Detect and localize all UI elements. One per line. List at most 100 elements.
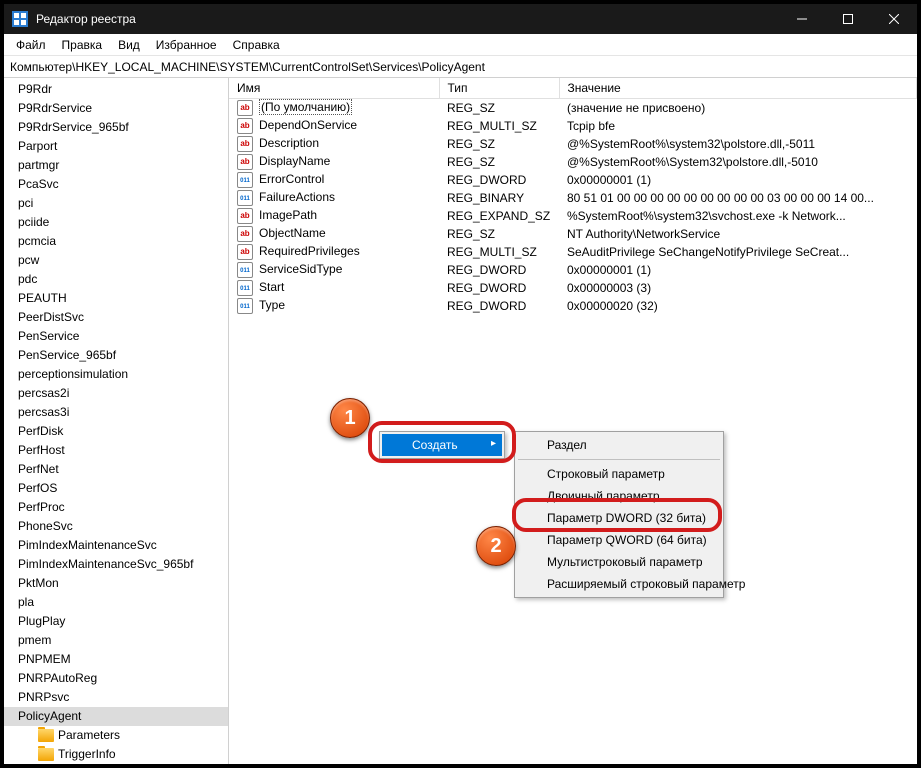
tree-item[interactable]: PlugPlay — [4, 612, 228, 631]
titlebar[interactable]: Редактор реестра — [4, 4, 917, 34]
ctx-string[interactable]: Строковый параметр — [517, 463, 721, 485]
address-bar[interactable]: Компьютер\HKEY_LOCAL_MACHINE\SYSTEM\Curr… — [4, 56, 917, 78]
tree-item[interactable]: PenService — [4, 327, 228, 346]
tree-item[interactable]: PcaSvc — [4, 175, 228, 194]
tree-item[interactable]: Parameters — [4, 726, 228, 745]
tree-item[interactable]: PerfDisk — [4, 422, 228, 441]
value-name: ObjectName — [259, 226, 326, 240]
value-row[interactable]: ErrorControlREG_DWORD0x00000001 (1) — [229, 171, 917, 189]
value-row[interactable]: StartREG_DWORD0x00000003 (3) — [229, 279, 917, 297]
context-menu-main[interactable]: Создать — [379, 431, 505, 459]
value-type: REG_SZ — [439, 135, 559, 153]
ctx-separator — [518, 459, 720, 460]
value-row[interactable]: ImagePathREG_EXPAND_SZ%SystemRoot%\syste… — [229, 207, 917, 225]
close-button[interactable] — [871, 4, 917, 34]
tree-item[interactable]: pciide — [4, 213, 228, 232]
value-row[interactable]: FailureActionsREG_BINARY80 51 01 00 00 0… — [229, 189, 917, 207]
string-icon — [237, 226, 253, 242]
tree-item[interactable]: PerfNet — [4, 460, 228, 479]
tree-item[interactable]: partmgr — [4, 156, 228, 175]
string-icon — [237, 208, 253, 224]
value-row[interactable]: ServiceSidTypeREG_DWORD0x00000001 (1) — [229, 261, 917, 279]
tree-item-label: partmgr — [18, 157, 59, 174]
ctx-multistring[interactable]: Мультистроковый параметр — [517, 551, 721, 573]
window-title: Редактор реестра — [36, 12, 136, 26]
minimize-button[interactable] — [779, 4, 825, 34]
value-data: 0x00000001 (1) — [559, 171, 917, 189]
col-value[interactable]: Значение — [559, 78, 917, 99]
tree-item[interactable]: PimIndexMaintenanceSvc — [4, 536, 228, 555]
value-row[interactable]: ObjectNameREG_SZNT Authority\NetworkServ… — [229, 225, 917, 243]
key-tree[interactable]: P9RdrP9RdrServiceP9RdrService_965bfParpo… — [4, 78, 229, 764]
tree-item[interactable]: P9RdrService — [4, 99, 228, 118]
value-data: Tcpip bfe — [559, 117, 917, 135]
tree-item[interactable]: PolicyAgent — [4, 707, 228, 726]
tree-item[interactable]: P9Rdr — [4, 80, 228, 99]
menu-favorites[interactable]: Избранное — [148, 36, 225, 54]
tree-item[interactable]: pmem — [4, 631, 228, 650]
menu-help[interactable]: Справка — [225, 36, 288, 54]
tree-item[interactable]: perceptionsimulation — [4, 365, 228, 384]
tree-item[interactable]: PerfProc — [4, 498, 228, 517]
tree-item[interactable]: Parport — [4, 137, 228, 156]
tree-item-label: PhoneSvc — [18, 518, 73, 535]
tree-item[interactable]: PhoneSvc — [4, 517, 228, 536]
context-create[interactable]: Создать — [382, 434, 502, 456]
value-row[interactable]: TypeREG_DWORD0x00000020 (32) — [229, 297, 917, 315]
menu-view[interactable]: Вид — [110, 36, 148, 54]
tree-item-label: percsas2i — [18, 385, 69, 402]
tree-item[interactable]: PerfOS — [4, 479, 228, 498]
tree-item[interactable]: PNRPAutoReg — [4, 669, 228, 688]
tree-item-label: Parport — [18, 138, 57, 155]
tree-item[interactable]: PeerDistSvc — [4, 308, 228, 327]
value-name: Start — [259, 280, 284, 294]
col-name[interactable]: Имя — [229, 78, 439, 99]
maximize-button[interactable] — [825, 4, 871, 34]
tree-item[interactable]: pla — [4, 593, 228, 612]
tree-item[interactable]: PNRPsvc — [4, 688, 228, 707]
tree-item[interactable]: percsas2i — [4, 384, 228, 403]
string-icon — [237, 136, 253, 152]
tree-item[interactable]: TriggerInfo — [4, 745, 228, 764]
tree-item[interactable]: pci — [4, 194, 228, 213]
tree-item[interactable]: PNPMEM — [4, 650, 228, 669]
context-menu-new[interactable]: Раздел Строковый параметр Двоичный парам… — [514, 431, 724, 598]
tree-item[interactable]: pcw — [4, 251, 228, 270]
menu-edit[interactable]: Правка — [54, 36, 111, 54]
tree-item[interactable]: percsas3i — [4, 403, 228, 422]
tree-item[interactable]: pdc — [4, 270, 228, 289]
ctx-qword[interactable]: Параметр QWORD (64 бита) — [517, 529, 721, 551]
value-name: ImagePath — [259, 208, 317, 222]
menu-file[interactable]: Файл — [8, 36, 54, 54]
menubar: Файл Правка Вид Избранное Справка — [4, 34, 917, 56]
value-row[interactable]: DescriptionREG_SZ@%SystemRoot%\system32\… — [229, 135, 917, 153]
ctx-binary[interactable]: Двоичный параметр — [517, 485, 721, 507]
tree-item-label: pciide — [18, 214, 49, 231]
tree-item[interactable]: PenService_965bf — [4, 346, 228, 365]
binary-icon — [237, 262, 253, 278]
tree-item[interactable]: PktMon — [4, 574, 228, 593]
col-type[interactable]: Тип — [439, 78, 559, 99]
value-type: REG_SZ — [439, 99, 559, 118]
value-row[interactable]: DependOnServiceREG_MULTI_SZTcpip bfe — [229, 117, 917, 135]
value-type: REG_BINARY — [439, 189, 559, 207]
tree-item-label: P9Rdr — [18, 81, 52, 98]
value-row[interactable]: (По умолчанию)REG_SZ(значение не присвое… — [229, 99, 917, 118]
value-name: DependOnService — [259, 118, 357, 132]
value-type: REG_MULTI_SZ — [439, 243, 559, 261]
tree-item-label: PerfHost — [18, 442, 65, 459]
tree-item[interactable]: pcmcia — [4, 232, 228, 251]
ctx-expandstring[interactable]: Расширяемый строковый параметр — [517, 573, 721, 595]
tree-item[interactable]: P9RdrService_965bf — [4, 118, 228, 137]
tree-item[interactable]: PEAUTH — [4, 289, 228, 308]
tree-item-label: PenService — [18, 328, 79, 345]
value-row[interactable]: RequiredPrivilegesREG_MULTI_SZSeAuditPri… — [229, 243, 917, 261]
value-type: REG_DWORD — [439, 297, 559, 315]
ctx-dword[interactable]: Параметр DWORD (32 бита) — [517, 507, 721, 529]
value-row[interactable]: DisplayNameREG_SZ@%SystemRoot%\System32\… — [229, 153, 917, 171]
badge-1: 1 — [330, 398, 370, 438]
tree-item[interactable]: PerfHost — [4, 441, 228, 460]
ctx-section[interactable]: Раздел — [517, 434, 721, 456]
tree-item[interactable]: PimIndexMaintenanceSvc_965bf — [4, 555, 228, 574]
binary-icon — [237, 172, 253, 188]
